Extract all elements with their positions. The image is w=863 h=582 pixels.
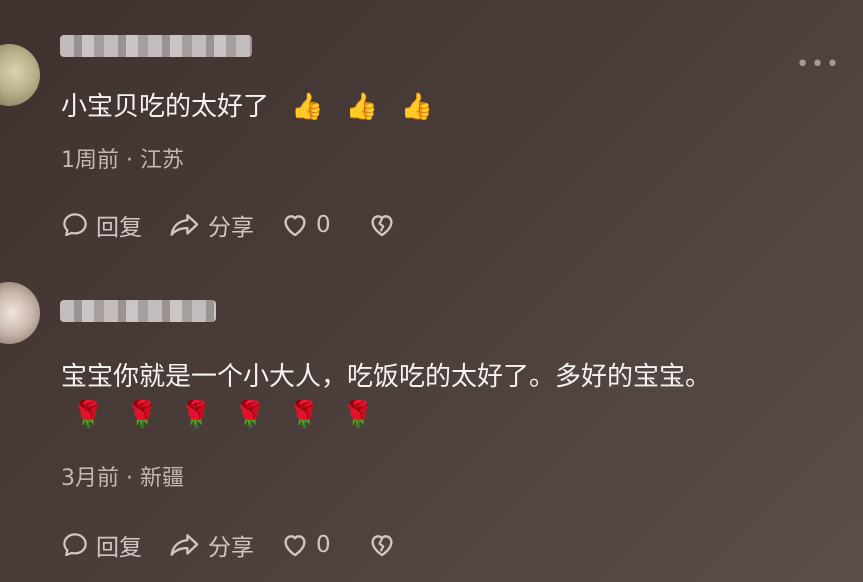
- comment-meta: 3月前 · 新疆: [61, 466, 184, 491]
- comment-text: 小宝贝吃的太好了 👍 👍 👍: [61, 86, 433, 123]
- heart-icon: [284, 215, 306, 237]
- rose-icon: 🌹: [180, 400, 213, 430]
- dislike-button[interactable]: [367, 530, 403, 560]
- comment-body: 小宝贝吃的太好了: [61, 92, 270, 122]
- broken-heart-icon: [371, 535, 393, 557]
- more-options-icon[interactable]: •••: [796, 52, 841, 77]
- reply-label: 回复: [96, 535, 142, 561]
- rose-icon: 🌹: [234, 400, 267, 430]
- dislike-button[interactable]: [367, 210, 403, 240]
- username-blurred[interactable]: [60, 35, 252, 57]
- share-label: 分享: [208, 215, 254, 241]
- comment-text: 宝宝你就是一个小大人，吃饭吃的太好了。多好的宝宝。: [61, 362, 712, 392]
- like-button[interactable]: 0: [280, 530, 331, 560]
- like-button[interactable]: 0: [280, 210, 331, 240]
- reply-button[interactable]: 回复: [60, 208, 142, 242]
- heart-icon: [284, 535, 306, 557]
- rose-icon: 🌹: [126, 400, 159, 430]
- share-arrow-icon: [170, 534, 199, 556]
- username-blurred[interactable]: [60, 300, 216, 322]
- comment-actions: 回复 分享 0: [60, 528, 429, 562]
- comment-actions: 回复 分享 0: [60, 208, 429, 242]
- comment-meta: 1周前 · 江苏: [61, 148, 184, 173]
- share-arrow-icon: [170, 214, 199, 236]
- share-label: 分享: [208, 535, 254, 561]
- like-count: 0: [316, 532, 331, 558]
- share-button[interactable]: 分享: [168, 208, 254, 242]
- reply-label: 回复: [96, 215, 142, 241]
- emoji-row: 🌹 🌹 🌹 🌹 🌹 🌹: [72, 400, 396, 430]
- share-button[interactable]: 分享: [168, 528, 254, 562]
- broken-heart-icon: [371, 215, 393, 237]
- avatar[interactable]: [0, 44, 40, 106]
- reply-button[interactable]: 回复: [60, 528, 142, 562]
- like-count: 0: [316, 212, 331, 238]
- thumbs-up-icon: 👍: [345, 92, 379, 122]
- comment-bubble-icon: [63, 533, 87, 557]
- thumbs-up-icon: 👍: [400, 92, 433, 122]
- comment-bubble-icon: [63, 213, 87, 237]
- thumbs-up-icon: 👍: [291, 92, 324, 122]
- avatar[interactable]: [0, 282, 40, 344]
- rose-icon: 🌹: [342, 400, 375, 430]
- rose-icon: 🌹: [72, 400, 105, 430]
- rose-icon: 🌹: [288, 400, 321, 430]
